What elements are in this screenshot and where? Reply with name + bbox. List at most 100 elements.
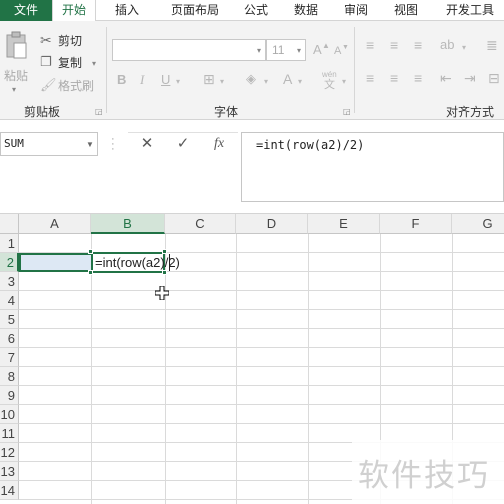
tab-review[interactable]: 审阅 (334, 0, 378, 21)
copy-button[interactable]: ❐ 复制 ▾ (38, 55, 102, 71)
align-right-icon[interactable]: ≡ (414, 71, 422, 85)
font-name-dropdown-icon: ▾ (257, 46, 262, 55)
tab-home[interactable]: 开始 (52, 0, 96, 22)
column-header-g[interactable]: G (452, 214, 504, 234)
italic-button[interactable]: I (140, 73, 144, 87)
align-left-icon[interactable]: ≡ (366, 71, 374, 85)
phonetic-dropdown-icon: ▾ (342, 77, 347, 86)
decrease-indent-icon[interactable]: ⇤ (440, 71, 452, 85)
borders-dropdown-icon: ▾ (220, 77, 225, 86)
gridline (19, 385, 504, 386)
merge-center-icon[interactable]: ⊟ (488, 71, 500, 85)
gridline (19, 309, 504, 310)
gridline (19, 366, 504, 367)
align-bottom-icon[interactable]: ≡ (414, 38, 422, 52)
column-header-c[interactable]: C (165, 214, 236, 234)
format-painter-button[interactable]: 🖌 格式刷 (38, 78, 98, 94)
tab-view[interactable]: 视图 (384, 0, 428, 21)
font-size-value: 11 (272, 43, 285, 57)
row-header-11[interactable]: 11 (0, 424, 19, 443)
row-header-3[interactable]: 3 (0, 272, 19, 291)
increase-indent-icon[interactable]: ⇥ (464, 71, 476, 85)
tab-page-layout[interactable]: 页面布局 (158, 0, 232, 21)
clipboard-launcher-icon[interactable]: ◲ (95, 107, 103, 116)
formula-input[interactable]: =int(row(a2)/2) (241, 132, 504, 202)
font-launcher-icon[interactable]: ◲ (343, 107, 351, 116)
tab-data[interactable]: 数据 (284, 0, 328, 21)
font-name-select[interactable]: ▾ (112, 39, 266, 61)
selection-handle[interactable] (88, 249, 93, 254)
row-header-9[interactable]: 9 (0, 386, 19, 405)
row-header-7[interactable]: 7 (0, 348, 19, 367)
wrap-text-icon[interactable]: ≣ (486, 38, 498, 52)
underline-button[interactable]: U (161, 73, 170, 87)
fill-handle[interactable] (162, 270, 167, 275)
column-header-e[interactable]: E (308, 214, 380, 234)
tab-file[interactable]: 文件 (0, 0, 52, 21)
clipboard-group-label: 剪贴板 (24, 105, 61, 119)
row-header-8[interactable]: 8 (0, 367, 19, 386)
align-middle-icon[interactable]: ≡ (390, 38, 398, 52)
underline-dropdown-icon: ▾ (176, 77, 181, 86)
gridline (19, 423, 504, 424)
cut-label: 剪切 (58, 34, 83, 48)
gridline (19, 404, 504, 405)
formula-bar: SUM ▼ · · · ✕ ✓ fx =int(row(a2)/2) (0, 120, 504, 214)
tab-developer[interactable]: 开发工具 (436, 0, 504, 21)
orientation-icon[interactable]: ab (440, 38, 454, 52)
shrink-font-icon[interactable]: A (334, 44, 341, 58)
row-header-1[interactable]: 1 (0, 234, 19, 253)
orientation-dropdown-icon: ▾ (462, 43, 467, 52)
row-header-5[interactable]: 5 (0, 310, 19, 329)
fill-color-icon[interactable]: ◈ (246, 72, 256, 86)
phonetic-guide-button[interactable]: 文 (324, 78, 335, 92)
copy-label: 复制 (58, 56, 83, 70)
name-box-dropdown-icon[interactable]: ▼ (86, 140, 94, 149)
row-header-13[interactable]: 13 (0, 462, 19, 481)
name-box[interactable]: SUM (0, 132, 98, 156)
insert-function-button[interactable]: fx (206, 132, 232, 156)
grow-font-icon[interactable]: A (313, 43, 322, 57)
font-size-select[interactable]: 11 ▾ (266, 39, 306, 61)
alignment-group-label: 对齐方式 (446, 105, 495, 119)
tab-insert[interactable]: 插入 (106, 0, 148, 21)
row-header-12[interactable]: 12 (0, 443, 19, 462)
row-header-10[interactable]: 10 (0, 405, 19, 424)
cancel-button[interactable]: ✕ (134, 132, 160, 156)
cut-button[interactable]: ✂ 剪切 (38, 33, 96, 49)
cell-a2-selected[interactable] (19, 253, 91, 272)
gridline (308, 234, 309, 504)
watermark: 软件技巧 (352, 440, 504, 504)
align-center-icon[interactable]: ≡ (390, 71, 398, 85)
selection-handle[interactable] (162, 249, 167, 254)
row-header-6[interactable]: 6 (0, 329, 19, 348)
cell-select-cursor-icon (155, 286, 169, 300)
tab-formulas[interactable]: 公式 (234, 0, 278, 21)
row-header-2[interactable]: 2 (0, 253, 19, 272)
font-color-button[interactable]: A (283, 72, 292, 86)
paste-button[interactable]: 粘贴 ▾ (2, 31, 32, 94)
group-divider (106, 27, 107, 113)
selection-handle[interactable] (88, 270, 93, 275)
format-painter-label: 格式刷 (58, 79, 95, 93)
row-header-4[interactable]: 4 (0, 291, 19, 310)
align-top-icon[interactable]: ≡ (366, 38, 374, 52)
group-divider (354, 27, 355, 113)
select-all-corner[interactable] (0, 214, 19, 234)
formula-bar-grip-icon: · · · (111, 133, 115, 155)
gridline (19, 347, 504, 348)
font-size-dropdown-icon: ▾ (297, 46, 302, 55)
enter-button[interactable]: ✓ (170, 132, 196, 156)
gridline (236, 234, 237, 504)
cell-b2-text: =int(row(a2)/2) (95, 255, 180, 270)
column-header-b[interactable]: B (91, 214, 165, 234)
column-header-d[interactable]: D (236, 214, 308, 234)
shrink-font-caret-icon: ▼ (342, 44, 349, 51)
grow-font-caret-icon: ▲ (322, 41, 330, 50)
borders-icon[interactable]: ⊞ (203, 72, 215, 86)
ribbon: 粘贴 ▾ ✂ 剪切 ❐ 复制 ▾ 🖌 格式刷 剪贴板 ◲ ▾ 11 ▾ A ▲ … (0, 21, 504, 120)
row-header-14[interactable]: 14 (0, 481, 19, 500)
column-header-f[interactable]: F (380, 214, 452, 234)
column-header-a[interactable]: A (19, 214, 91, 234)
bold-button[interactable]: B (117, 73, 126, 87)
